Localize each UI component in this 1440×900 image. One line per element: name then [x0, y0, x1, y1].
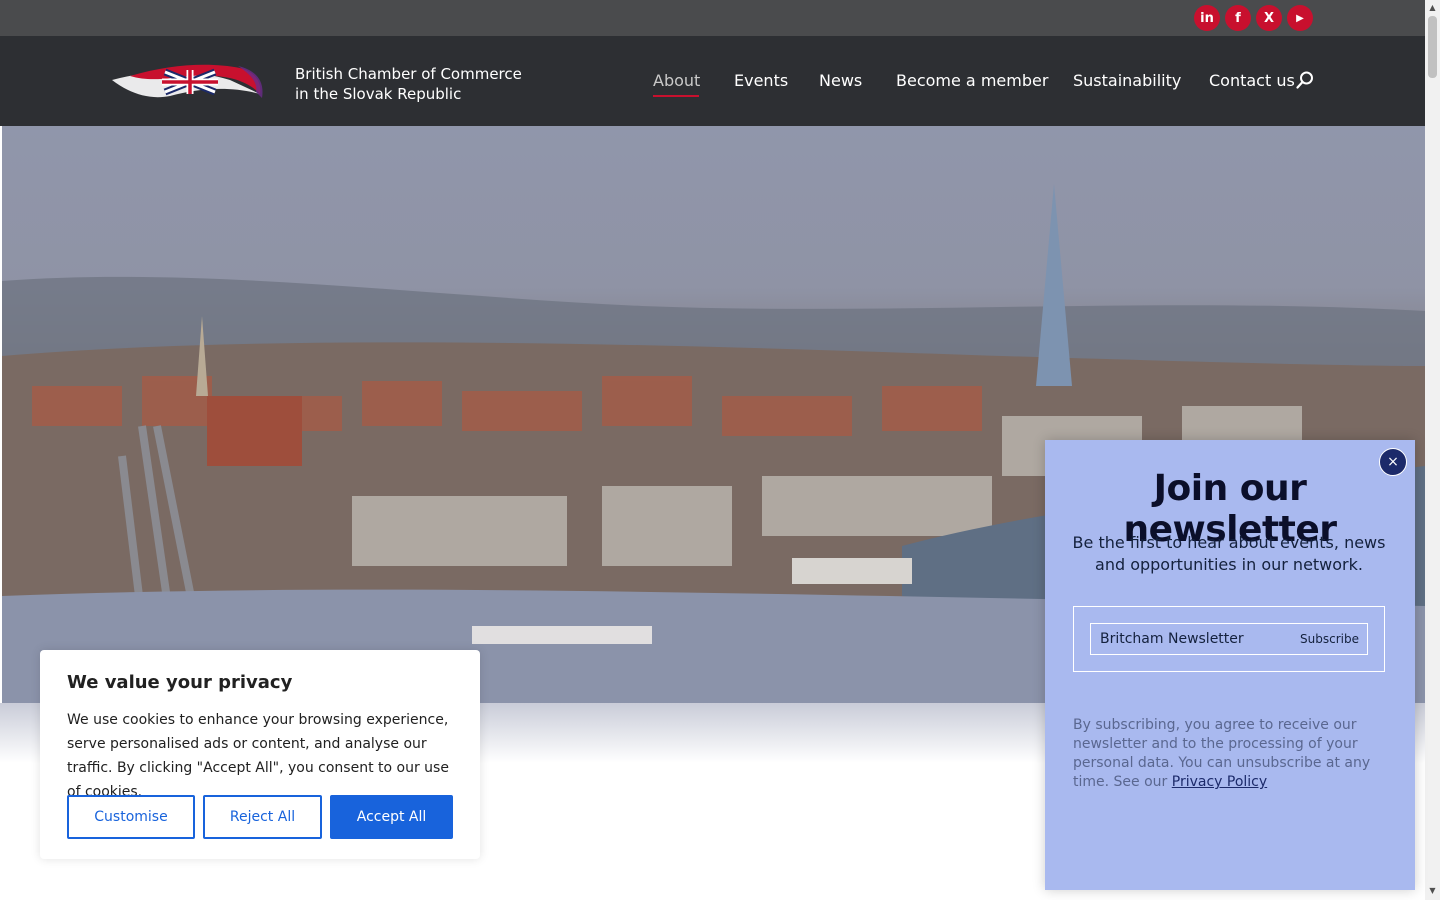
- reject-all-button[interactable]: Reject All: [203, 795, 322, 839]
- x-twitter-icon[interactable]: X: [1256, 5, 1282, 31]
- newsletter-subtitle: Be the first to hear about events, news …: [1072, 533, 1386, 574]
- cookie-description: We use cookies to enhance your browsing …: [67, 712, 449, 800]
- brand-line-1: British Chamber of Commerce: [295, 65, 522, 83]
- newsletter-legal-text: By subscribing, you agree to receive our…: [1073, 716, 1393, 792]
- youtube-icon[interactable]: ▶: [1287, 5, 1313, 31]
- accept-all-button[interactable]: Accept All: [330, 795, 453, 839]
- newsletter-popup: × Join our newsletter Be the first to he…: [1045, 440, 1415, 890]
- page-scrollbar[interactable]: [1425, 0, 1440, 900]
- nav-active-underline: [653, 95, 699, 97]
- nav-become-a-member[interactable]: Become a member: [896, 71, 1048, 90]
- scroll-up-arrow-icon[interactable]: ▲: [1428, 3, 1437, 12]
- nav-events[interactable]: Events: [734, 71, 788, 90]
- newsletter-input[interactable]: Britcham Newsletter Subscribe: [1090, 623, 1368, 655]
- top-bar: in f X ▶: [0, 0, 1425, 36]
- site-header: British Chamber of Commerce in the Slova…: [0, 36, 1425, 126]
- cookie-title: We value your privacy: [67, 672, 293, 693]
- newsletter-form: Britcham Newsletter Subscribe: [1073, 606, 1385, 672]
- linkedin-icon[interactable]: in: [1194, 5, 1220, 31]
- cookie-consent-banner: We value your privacy We use cookies to …: [40, 650, 480, 859]
- brand-line-2: in the Slovak Republic: [295, 85, 462, 103]
- newsletter-input-value: Britcham Newsletter: [1100, 631, 1244, 647]
- brand-name[interactable]: British Chamber of Commerce in the Slova…: [295, 64, 522, 104]
- nav-news[interactable]: News: [819, 71, 862, 90]
- privacy-policy-link[interactable]: Privacy Policy: [1172, 774, 1267, 790]
- scroll-down-arrow-icon[interactable]: ▼: [1428, 886, 1437, 895]
- facebook-icon[interactable]: f: [1225, 5, 1251, 31]
- nav-about[interactable]: About: [653, 71, 700, 90]
- nav-sustainability[interactable]: Sustainability: [1073, 71, 1181, 90]
- subscribe-button[interactable]: Subscribe: [1300, 632, 1359, 646]
- customise-button[interactable]: Customise: [67, 795, 195, 839]
- nav-contact-us[interactable]: Contact us: [1209, 71, 1295, 90]
- scrollbar-thumb[interactable]: [1428, 16, 1437, 78]
- search-icon[interactable]: [1296, 71, 1314, 89]
- union-flag-logo-icon[interactable]: [110, 58, 270, 108]
